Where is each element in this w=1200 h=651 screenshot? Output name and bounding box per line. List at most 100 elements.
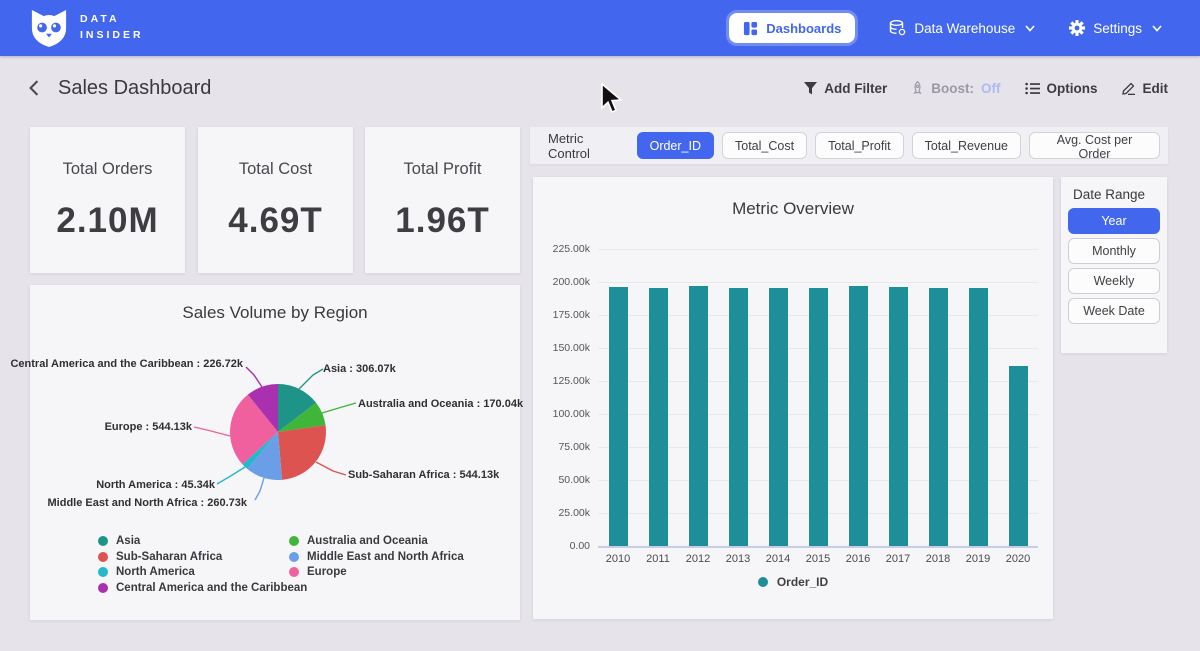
bar-2011[interactable] (649, 288, 668, 546)
data-warehouse-label: Data Warehouse (914, 21, 1015, 36)
metric-control-label: Metric Control (548, 131, 625, 161)
metric-button-total-cost[interactable]: Total_Cost (722, 132, 807, 159)
pie-leader-line (322, 403, 356, 413)
legend-label: Asia (116, 535, 140, 547)
add-filter-button[interactable]: Add Filter (804, 81, 887, 96)
pie-label-europe: Europe : 544.13k (105, 421, 192, 433)
bar-2019[interactable] (969, 288, 988, 546)
chevron-left-icon (28, 80, 40, 96)
bar-chart-card: Metric Overview 0.0025.00k50.00k75.00k10… (533, 177, 1053, 619)
bar-2017[interactable] (889, 287, 908, 546)
y-axis-tick: 0.00 (533, 540, 590, 552)
legend-dot (98, 536, 108, 546)
legend-dot (758, 577, 768, 587)
kpi-label: Total Cost (198, 160, 353, 179)
gear-icon (1069, 20, 1085, 36)
y-axis-tick: 200.00k (533, 276, 590, 288)
y-axis-tick: 125.00k (533, 375, 590, 387)
x-axis-tick: 2017 (878, 553, 918, 565)
pie-leader-line (194, 427, 230, 436)
date-range-week-date-button[interactable]: Week Date (1068, 298, 1160, 324)
metric-button-order-id[interactable]: Order_ID (637, 132, 714, 159)
kpi-card-total-profit: Total Profit 1.96T (365, 127, 520, 273)
x-axis-tick: 2010 (598, 553, 638, 565)
x-axis-tick: 2011 (638, 553, 678, 565)
kpi-card-total-orders: Total Orders 2.10M (30, 127, 185, 273)
pie-legend-north-america[interactable]: North America (98, 566, 195, 578)
dashboards-label: Dashboards (766, 21, 841, 36)
y-axis-tick: 175.00k (533, 309, 590, 321)
kpi-label: Total Profit (365, 160, 520, 179)
legend-label: Central America and the Caribbean (116, 582, 307, 594)
legend-dot (98, 552, 108, 562)
x-axis-tick: 2018 (918, 553, 958, 565)
list-options-icon (1025, 82, 1040, 95)
options-button[interactable]: Options (1025, 81, 1098, 96)
legend-label: Middle East and North Africa (307, 551, 464, 563)
pie-legend-asia[interactable]: Asia (98, 535, 140, 547)
brand-text: DATA INSIDER (80, 12, 144, 44)
gridline (598, 282, 1038, 283)
date-range-label: Date Range (1073, 187, 1167, 202)
chevron-down-icon (1025, 25, 1035, 32)
x-axis-tick: 2016 (838, 553, 878, 565)
bar-2012[interactable] (689, 286, 708, 546)
pie-leader-line (217, 467, 245, 484)
pie-chart: Asia : 306.07kAustralia and Oceania : 17… (30, 285, 520, 620)
dashboard-grid-icon (743, 21, 758, 36)
date-range-weekly-button[interactable]: Weekly (1068, 268, 1160, 294)
bar-2015[interactable] (809, 288, 828, 546)
bar-2013[interactable] (729, 288, 748, 546)
pie-chart-card: Sales Volume by Region Asia : 306.07kAus… (30, 285, 520, 620)
brand-logo[interactable]: DATA INSIDER (30, 8, 144, 48)
bar-2020[interactable] (1009, 366, 1028, 546)
bar-chart-plot: 0.0025.00k50.00k75.00k100.00k125.00k150.… (533, 177, 1053, 619)
legend-dot (98, 583, 108, 593)
pie-leader-line (255, 478, 264, 500)
metric-button-avg-cost-per-order[interactable]: Avg. Cost per Order (1029, 132, 1160, 159)
pie-label-central-america-and-the-caribbean: Central America and the Caribbean : 226.… (10, 358, 243, 370)
pie-legend-central-america-and-the-caribbean[interactable]: Central America and the Caribbean (98, 582, 307, 594)
x-axis-tick: 2012 (678, 553, 718, 565)
bar-2016[interactable] (849, 286, 868, 546)
date-range-year-button[interactable]: Year (1068, 208, 1160, 234)
bar-2010[interactable] (609, 287, 628, 546)
legend-label: Australia and Oceania (307, 535, 428, 547)
date-range-monthly-button[interactable]: Monthly (1068, 238, 1160, 264)
settings-menu[interactable]: Settings (1069, 20, 1162, 36)
x-axis-tick: 2019 (958, 553, 998, 565)
metric-button-total-revenue[interactable]: Total_Revenue (912, 132, 1021, 159)
gridline (598, 249, 1038, 250)
bar-2014[interactable] (769, 288, 788, 546)
pie-legend-middle-east-and-north-africa[interactable]: Middle East and North Africa (289, 551, 464, 563)
pie-label-north-america: North America : 45.34k (96, 479, 215, 491)
pie-label-middle-east-and-north-africa: Middle East and North Africa : 260.73k (48, 497, 247, 509)
kpi-label: Total Orders (30, 160, 185, 179)
legend-label: Sub-Saharan Africa (116, 551, 222, 563)
pie-slice-sub-saharan-africa[interactable] (278, 425, 326, 480)
pie-leader-line (316, 462, 346, 475)
pie-legend-sub-saharan-africa[interactable]: Sub-Saharan Africa (98, 551, 222, 563)
date-range-card: Date Range Year Monthly Weekly Week Date (1061, 177, 1167, 353)
boost-toggle[interactable]: Boost: Off (911, 81, 1000, 96)
pencil-icon (1122, 81, 1136, 95)
x-axis-tick: 2020 (998, 553, 1038, 565)
kpi-value: 4.69T (198, 201, 353, 241)
bar-2018[interactable] (929, 288, 948, 546)
bar-chart-legend: Order_ID (533, 575, 1053, 589)
metric-control-bar: Metric Control Order_ID Total_Cost Total… (530, 127, 1168, 164)
data-warehouse-menu[interactable]: Data Warehouse (889, 20, 1035, 36)
owl-logo-icon (30, 8, 68, 48)
y-axis-tick: 225.00k (533, 243, 590, 255)
gridline (598, 546, 1038, 548)
chevron-down-icon (1152, 25, 1162, 32)
legend-dot (98, 567, 108, 577)
kpi-card-total-cost: Total Cost 4.69T (198, 127, 353, 273)
metric-button-total-profit[interactable]: Total_Profit (815, 132, 904, 159)
dashboards-button[interactable]: Dashboards (729, 13, 855, 43)
pie-legend-australia-and-oceania[interactable]: Australia and Oceania (289, 535, 428, 547)
filter-icon (804, 82, 817, 95)
back-button[interactable] (28, 80, 40, 96)
edit-button[interactable]: Edit (1122, 81, 1169, 96)
pie-legend-europe[interactable]: Europe (289, 566, 347, 578)
